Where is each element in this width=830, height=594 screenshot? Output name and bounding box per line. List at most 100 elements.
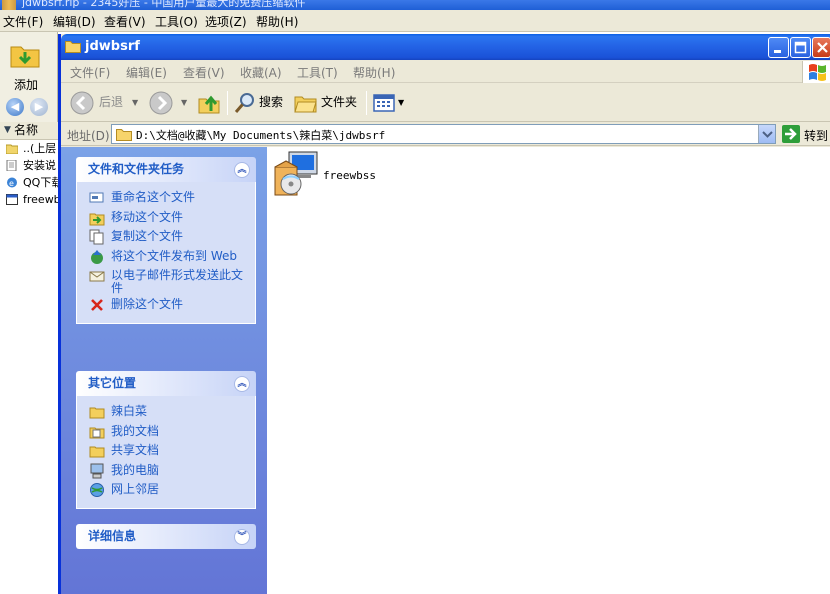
file-item[interactable]: freewbss: [273, 151, 393, 201]
menu-tools[interactable]: 工具(T): [297, 64, 338, 81]
search-icon: [234, 93, 254, 113]
add-label: 添加: [13, 78, 38, 92]
folders-label: 文件夹: [321, 95, 358, 109]
folders-icon: [294, 96, 317, 113]
task-delete-file[interactable]: 删除这个文件: [77, 295, 255, 315]
my-documents-icon: [89, 427, 105, 438]
folders-button[interactable]: 文件夹: [294, 89, 360, 116]
task-move-file[interactable]: 移动这个文件: [77, 208, 255, 228]
bg-forward-arrow-icon[interactable]: ▶: [30, 98, 48, 116]
email-icon: [89, 271, 105, 282]
search-label: 搜索: [259, 95, 284, 109]
bg-menu-help[interactable]: 帮助(H): [256, 13, 298, 30]
other-places-header[interactable]: 其它位置 ︽: [76, 371, 256, 396]
collapse-icon[interactable]: ︽: [234, 162, 250, 178]
go-arrow-icon[interactable]: [782, 125, 800, 143]
file-tasks-header[interactable]: 文件和文件夹任务 ︽: [76, 157, 256, 182]
svg-text:e: e: [9, 179, 14, 188]
toolbar-separator: [366, 91, 367, 115]
place-parent-folder[interactable]: 辣白菜: [77, 402, 255, 422]
back-arrow-icon: [70, 91, 94, 115]
other-places-panel: 其它位置 ︽ 辣白菜 我的文档 共享文档 我的电脑 网上邻居: [76, 371, 256, 509]
views-button[interactable]: ▼: [372, 89, 406, 116]
bg-menu-edit[interactable]: 编辑(D): [53, 13, 96, 30]
forward-dropdown-icon[interactable]: ▼: [181, 89, 187, 116]
back-button[interactable]: 后退 ▼: [70, 89, 142, 116]
sort-down-icon: ▼: [4, 125, 11, 135]
task-copy-file[interactable]: 复制这个文件: [77, 227, 255, 247]
address-dropdown-button[interactable]: [758, 125, 775, 143]
close-icon: [817, 42, 828, 53]
views-dropdown-icon[interactable]: ▼: [398, 89, 404, 116]
place-shared-documents[interactable]: 共享文档: [77, 441, 255, 461]
folder-icon: [116, 129, 132, 141]
bg-file-list: ▼ 名称 ..(上层 安装说 e QQ下载 freewb: [0, 122, 58, 594]
background-app-titlebar: jdwbsrf.rip - 2345好压 - 中国用户量最大的免费压缩软件: [0, 0, 830, 10]
publish-web-icon: [91, 249, 103, 264]
task-rename-file[interactable]: 重命名这个文件: [77, 188, 255, 208]
menu-edit[interactable]: 编辑(E): [126, 64, 167, 81]
rename-icon: [89, 192, 104, 203]
bg-back-arrow-icon[interactable]: ◀: [6, 98, 24, 116]
bg-list-item[interactable]: e QQ下载: [0, 174, 58, 191]
menu-file[interactable]: 文件(F): [70, 64, 110, 81]
archive-app-icon: [2, 0, 16, 10]
address-input[interactable]: D:\文档@收藏\My Documents\辣白菜\jdwbsrf: [111, 124, 776, 144]
bg-menu-file[interactable]: 文件(F): [3, 13, 43, 30]
close-button[interactable]: [812, 37, 830, 58]
bg-menu-options[interactable]: 选项(Z): [205, 13, 247, 30]
task-email-file[interactable]: 以电子邮件形式发送此文件: [77, 266, 255, 295]
details-header[interactable]: 详细信息 ︾: [76, 524, 256, 549]
shared-documents-icon: [89, 446, 105, 458]
windows-logo-icon: [802, 61, 830, 83]
bg-nav-buttons: ◀ ▶: [6, 96, 56, 118]
bg-list-item[interactable]: 安装说: [0, 157, 58, 174]
delete-icon: [91, 299, 103, 311]
place-my-documents[interactable]: 我的文档: [77, 422, 255, 442]
back-label: 后退: [99, 95, 124, 109]
add-button[interactable]: 添加: [6, 40, 46, 94]
copy-icon: [89, 229, 104, 245]
task-publish-web[interactable]: 将这个文件发布到 Web: [77, 247, 255, 267]
minimize-icon: [774, 50, 781, 53]
text-file-icon: [6, 160, 17, 171]
minimize-button[interactable]: [768, 37, 789, 58]
views-icon: [373, 94, 395, 112]
address-label: 地址(D): [67, 129, 110, 143]
search-button[interactable]: 搜索: [233, 89, 287, 116]
up-folder-button[interactable]: [197, 89, 223, 116]
bg-list-item[interactable]: freewb: [0, 191, 58, 208]
collapse-icon[interactable]: ︽: [234, 376, 250, 392]
bg-menu-view[interactable]: 查看(V): [104, 13, 146, 30]
file-view: freewbss: [267, 147, 830, 594]
bg-menu-tools[interactable]: 工具(O): [155, 13, 198, 30]
chevron-down-icon: [762, 131, 773, 138]
details-panel: 详细信息 ︾: [76, 524, 256, 549]
menu-help[interactable]: 帮助(H): [353, 64, 395, 81]
exe-icon: [6, 194, 18, 205]
expand-icon[interactable]: ︾: [234, 529, 250, 545]
maximize-button[interactable]: [790, 37, 811, 58]
explorer-window: jdwbsrf 文件(F) 编辑(E) 查看(V) 收藏(A) 工具(T) 帮助…: [58, 34, 830, 594]
toolbar-separator: [227, 91, 228, 115]
task-pane: 文件和文件夹任务 ︽ 重命名这个文件 移动这个文件 复制这个文件 将这个文件发布…: [61, 147, 267, 594]
window-titlebar[interactable]: jdwbsrf: [61, 34, 830, 60]
menu-view[interactable]: 查看(V): [183, 64, 225, 81]
file-name: freewbss: [323, 169, 376, 182]
folder-icon: [65, 41, 81, 53]
back-dropdown-icon[interactable]: ▼: [132, 89, 138, 116]
menu-favorites[interactable]: 收藏(A): [240, 64, 282, 81]
address-bar: 地址(D) D:\文档@收藏\My Documents\辣白菜\jdwbsrf …: [61, 122, 830, 146]
forward-button[interactable]: ▼: [149, 89, 191, 116]
place-my-computer[interactable]: 我的电脑: [77, 461, 255, 481]
other-places-body: 辣白菜 我的文档 共享文档 我的电脑 网上邻居: [76, 396, 256, 509]
place-network[interactable]: 网上邻居: [77, 480, 255, 500]
forward-arrow-icon: [149, 91, 173, 115]
installer-icon: [274, 151, 318, 196]
up-folder-icon: [198, 95, 220, 114]
bg-name-column-header[interactable]: ▼ 名称: [0, 122, 58, 140]
file-tasks-panel: 文件和文件夹任务 ︽ 重命名这个文件 移动这个文件 复制这个文件 将这个文件发布…: [76, 157, 256, 324]
go-button[interactable]: 转到: [804, 127, 828, 144]
background-app-sidebar: 添加 ◀ ▶ ▼ 名称 ..(上层 安装说 e QQ下载 freewb: [0, 32, 58, 594]
bg-list-item[interactable]: ..(上层: [0, 140, 58, 157]
